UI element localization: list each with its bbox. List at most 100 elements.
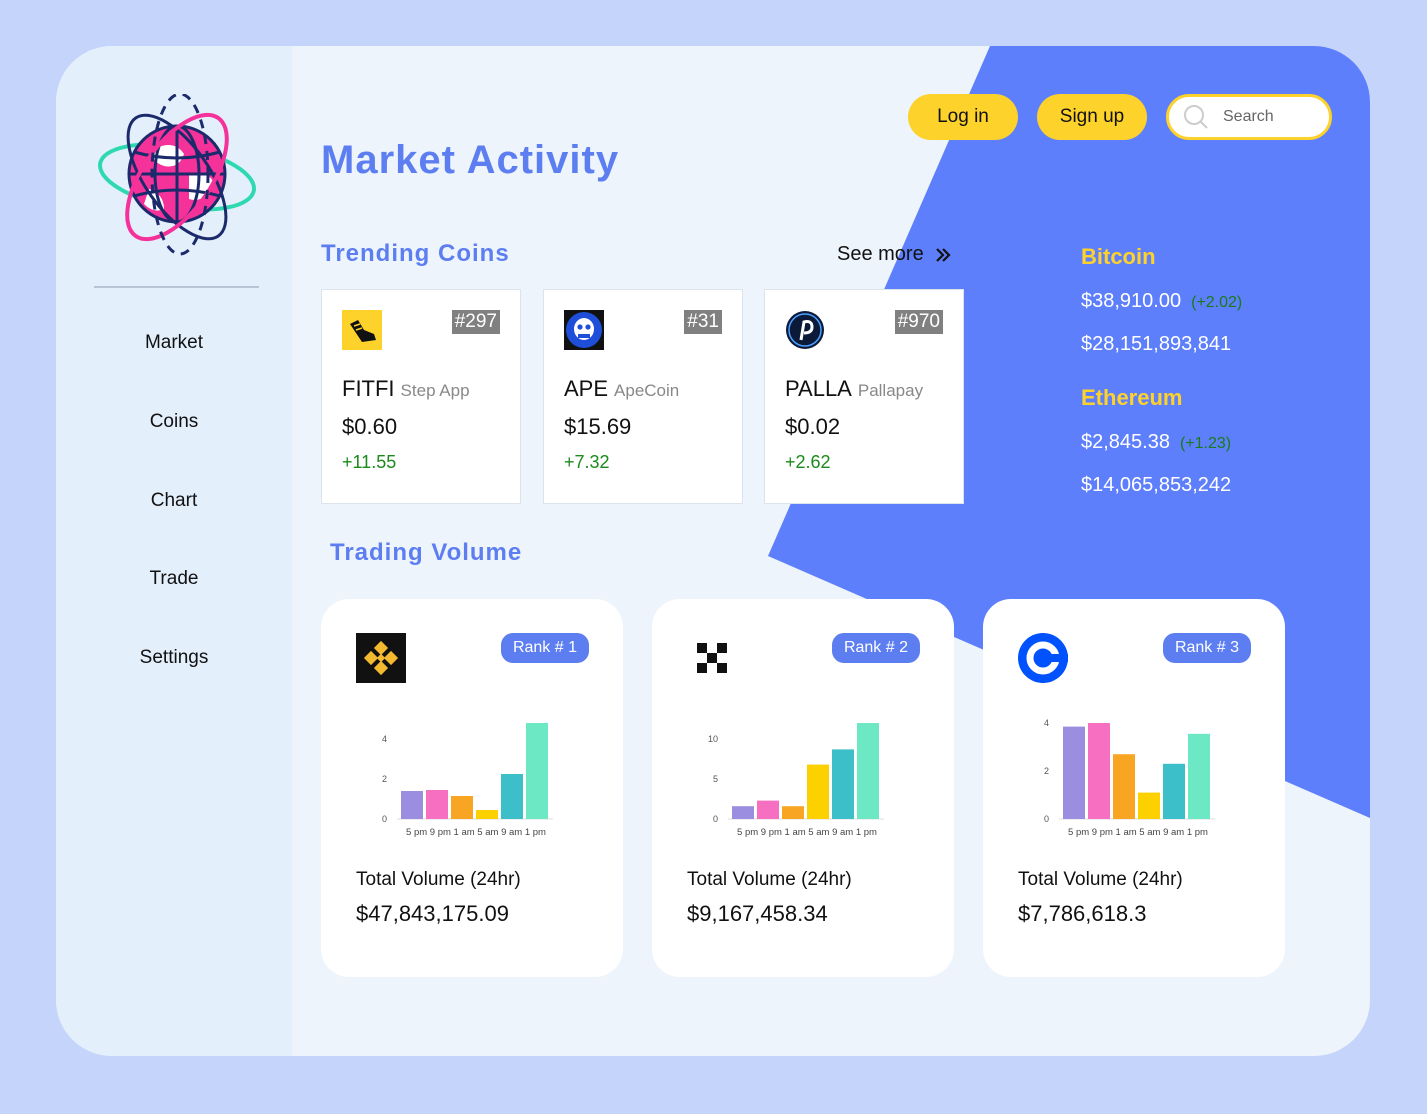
ethereum-stats: Ethereum [1081,385,1182,411]
coin-card-fitfi[interactable]: #297 FITFI Step App $0.60 +11.55 [321,289,521,504]
coin-price: $15.69 [564,414,632,439]
bitcoin-price-row: $38,910.00 (+2.02) [1081,290,1242,313]
bitcoin-volume: $28,151,893,841 [1081,333,1232,355]
see-more-link[interactable]: See more [837,243,952,266]
exchange-card-3[interactable]: Rank # 3 0 2 4 5 pm 9 pm 1 am 5 am 9 am 1 p… [983,599,1285,977]
coin-symbol-text: FITFI [342,376,395,401]
chart-bar-1-pm [526,723,548,819]
exchange-card-1[interactable]: Rank # 1 0 2 4 5 pm 9 pm 1 am 5 am 9 am 1 p… [321,599,623,977]
sidebar-item-settings[interactable]: Settings [56,647,292,669]
chart-bar-9-pm [426,790,448,819]
trending-coins-title: Trending Coins [321,240,510,267]
y-tick-label: 0 [382,814,387,824]
volume-chart: 0 2 4 5 pm 9 pm 1 am 5 am 9 am 1 pm [382,723,553,838]
exchange-card-2[interactable]: Rank # 2 0 5 10 5 pm 9 pm 1 am 5 am 9 am 1 … [652,599,954,977]
search-input[interactable] [1223,108,1323,126]
y-tick-label: 2 [1044,766,1049,776]
login-button[interactable]: Log in [908,94,1018,140]
fitfi-sneaker-icon [342,310,382,350]
app-frame: Market Coins Chart Trade Settings Market… [56,46,1370,1056]
chart-bar-5-am [1138,792,1160,819]
coin-rank: #31 [684,310,722,334]
y-tick-label: 5 [713,774,718,784]
y-tick-label: 0 [1044,814,1049,824]
page-title: Market Activity [321,138,620,182]
coin-price: $0.60 [342,414,398,439]
coin-card-ape[interactable]: #31 APE ApeCoin $15.69 +7.32 [543,289,743,504]
coin-symbol-text: PALLA [785,376,852,401]
volume-chart: 0 5 10 5 pm 9 pm 1 am 5 am 9 am 1 pm [708,723,884,838]
total-volume-label: Total Volume (24hr) [356,869,521,890]
bitcoin-name: Bitcoin [1081,244,1156,269]
ethereum-price: $2,845.38 [1081,431,1170,453]
total-volume-label: Total Volume (24hr) [1018,869,1183,890]
okx-icon [687,633,737,683]
y-tick-label: 2 [382,774,387,784]
coin-change: +7.32 [564,452,610,472]
chart-bar-9-am [832,749,854,819]
volume-chart: 0 2 4 5 pm 9 pm 1 am 5 am 9 am 1 pm [1044,718,1215,838]
coin-change: +2.62 [785,452,831,472]
bitcoin-price: $38,910.00 [1081,290,1182,312]
coin-rank: #970 [894,310,943,334]
globe-logo-icon [98,94,256,256]
chart-bar-1-am [1113,754,1135,819]
ethereum-volume-row: $14,065,853,242 [1081,474,1231,497]
coin-price: $0.02 [785,414,841,439]
bitcoin-volume-row: $28,151,893,841 [1081,333,1231,356]
chart-bar-9-pm [1088,723,1110,819]
ethereum-price-row: $2,845.38 (+1.23) [1081,431,1231,454]
coinbase-icon [1018,633,1068,683]
sidebar: Market Coins Chart Trade Settings [56,46,292,1056]
total-volume-value: $47,843,175.09 [356,901,509,926]
y-tick-label: 0 [713,814,718,824]
coin-symbol: FITFI Step App [342,376,470,402]
chart-bar-5-pm [1063,726,1085,819]
sidebar-item-market[interactable]: Market [56,332,292,354]
total-volume-value: $7,786,618.3 [1018,901,1147,926]
bitcoin-stats: Bitcoin [1081,244,1156,270]
chart-bar-9-pm [757,800,779,819]
search-icon [1184,105,1208,129]
sidebar-item-chart[interactable]: Chart [56,490,292,512]
total-volume-label: Total Volume (24hr) [687,869,852,890]
sidebar-item-coins[interactable]: Coins [56,411,292,433]
double-chevron-right-icon [935,247,951,262]
chart-bar-1-am [451,796,473,819]
coin-rank: #297 [451,310,500,334]
chart-bar-5-pm [732,806,754,819]
x-tick-labels: 5 pm 9 pm 1 am 5 am 9 am 1 pm [1068,827,1208,838]
binance-icon [356,633,406,683]
chart-bar-5-am [476,810,498,819]
sidebar-item-trade[interactable]: Trade [56,568,292,590]
rank-badge: Rank # 1 [500,633,589,663]
total-volume-value: $9,167,458.34 [687,901,828,926]
chart-bar-1-pm [857,723,879,819]
coin-name: Pallapay [857,381,924,400]
coin-card-palla[interactable]: #970 PALLA Pallapay $0.02 +2.62 [764,289,964,504]
coin-name: Step App [400,381,470,400]
see-more-label: See more [837,243,924,265]
trading-volume-title: Trading Volume [330,539,523,566]
x-tick-labels: 5 pm 9 pm 1 am 5 am 9 am 1 pm [406,827,546,838]
chart-bar-9-am [501,774,523,819]
coin-symbol: PALLA Pallapay [785,376,923,402]
coin-symbol: APE ApeCoin [564,376,679,402]
chart-bar-1-pm [1188,733,1210,819]
ethereum-name: Ethereum [1081,385,1183,410]
ape-skull-icon [564,310,604,350]
ethereum-change: (+1.23) [1179,435,1232,452]
coin-symbol-text: APE [564,376,609,401]
coin-name: ApeCoin [614,381,680,400]
ethereum-volume: $14,065,853,242 [1081,474,1232,496]
y-tick-label: 4 [1044,718,1049,728]
rank-badge: Rank # 2 [831,633,920,663]
y-tick-label: 4 [382,734,387,744]
x-tick-labels: 5 pm 9 pm 1 am 5 am 9 am 1 pm [737,827,877,838]
search-box[interactable] [1166,94,1332,140]
chart-bar-9-am [1163,763,1185,819]
chart-bar-5-am [807,764,829,819]
signup-button[interactable]: Sign up [1037,94,1147,140]
coin-change: +11.55 [342,452,397,472]
rank-badge: Rank # 3 [1162,633,1251,663]
